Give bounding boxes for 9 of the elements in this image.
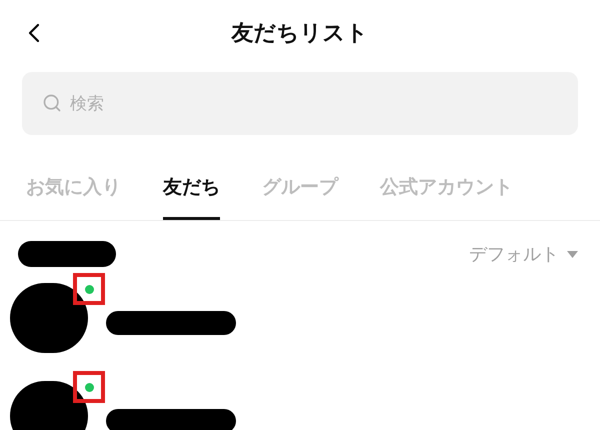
tab[interactable]: 公式アカウント	[380, 157, 513, 220]
tab[interactable]: お気に入り	[26, 157, 121, 220]
caret-icon	[567, 251, 578, 258]
sort-dropdown[interactable]: デフォルト	[469, 241, 578, 268]
search-icon	[42, 93, 62, 113]
tab[interactable]: グループ	[262, 157, 338, 220]
page-title: 友だちリスト	[232, 20, 368, 48]
search-field[interactable]: 検索	[22, 72, 578, 135]
tab[interactable]: 友だち	[163, 157, 220, 220]
